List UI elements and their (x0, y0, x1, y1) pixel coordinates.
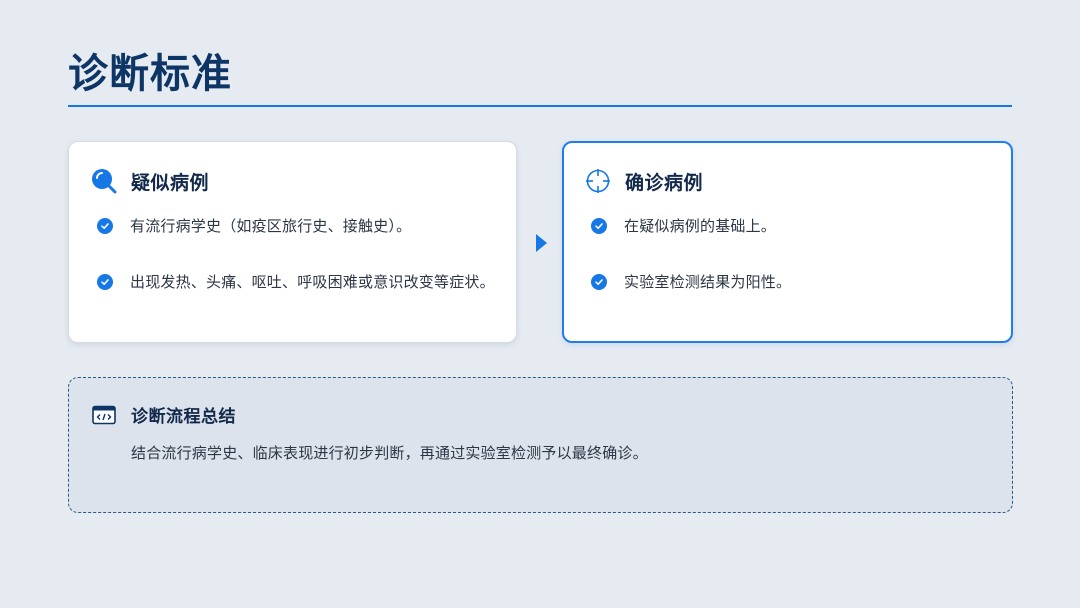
confirmed-card-title: 确诊病例 (625, 171, 704, 194)
check-icon (97, 217, 113, 234)
confirmed-criterion-item: 实验室检测结果为阳性。 (591, 271, 791, 292)
title-divider (68, 105, 1012, 107)
suspected-criterion-item: 出现发热、头痛、呕吐、呼吸困难或意识改变等症状。 (97, 271, 495, 292)
crosshair-icon (585, 168, 611, 194)
suspected-criterion-text: 出现发热、头痛、呕吐、呼吸困难或意识改变等症状。 (130, 273, 495, 291)
arrow-right-icon (536, 234, 547, 252)
summary-title: 诊断流程总结 (131, 407, 236, 427)
confirmed-criterion-text: 在疑似病例的基础上。 (624, 217, 777, 235)
suspected-criterion-item: 有流行病学史（如疫区旅行史、接触史）。 (97, 215, 411, 236)
check-icon (591, 273, 607, 290)
summary-box: 诊断流程总结 结合流行病学史、临床表现进行初步判断，再通过实验室检测予以最终确诊… (68, 377, 1013, 513)
suspected-case-card: 疑似病例 有流行病学史（如疫区旅行史、接触史）。 出现发热、头痛、呕吐、呼吸困难… (68, 141, 517, 343)
confirmed-card-header: 确诊病例 (585, 166, 703, 196)
code-window-icon (92, 405, 116, 425)
search-icon (91, 168, 117, 194)
page-title: 诊断标准 (68, 51, 232, 97)
confirmed-case-card: 确诊病例 在疑似病例的基础上。 实验室检测结果为阳性。 (562, 141, 1013, 343)
suspected-card-title: 疑似病例 (131, 171, 210, 194)
check-icon (591, 217, 607, 234)
summary-header: 诊断流程总结 (92, 402, 236, 427)
summary-text: 结合流行病学史、临床表现进行初步判断，再通过实验室检测予以最终确诊。 (131, 444, 648, 462)
suspected-card-header: 疑似病例 (91, 166, 209, 196)
check-icon (97, 273, 113, 290)
confirmed-criterion-item: 在疑似病例的基础上。 (591, 215, 776, 236)
slide: 诊断标准 疑似病例 有流行病学史（如疫区旅行史、接触史）。 出现发热、头痛、呕吐… (0, 0, 1080, 608)
suspected-criterion-text: 有流行病学史（如疫区旅行史、接触史）。 (130, 217, 412, 235)
confirmed-criterion-text: 实验室检测结果为阳性。 (624, 273, 792, 291)
